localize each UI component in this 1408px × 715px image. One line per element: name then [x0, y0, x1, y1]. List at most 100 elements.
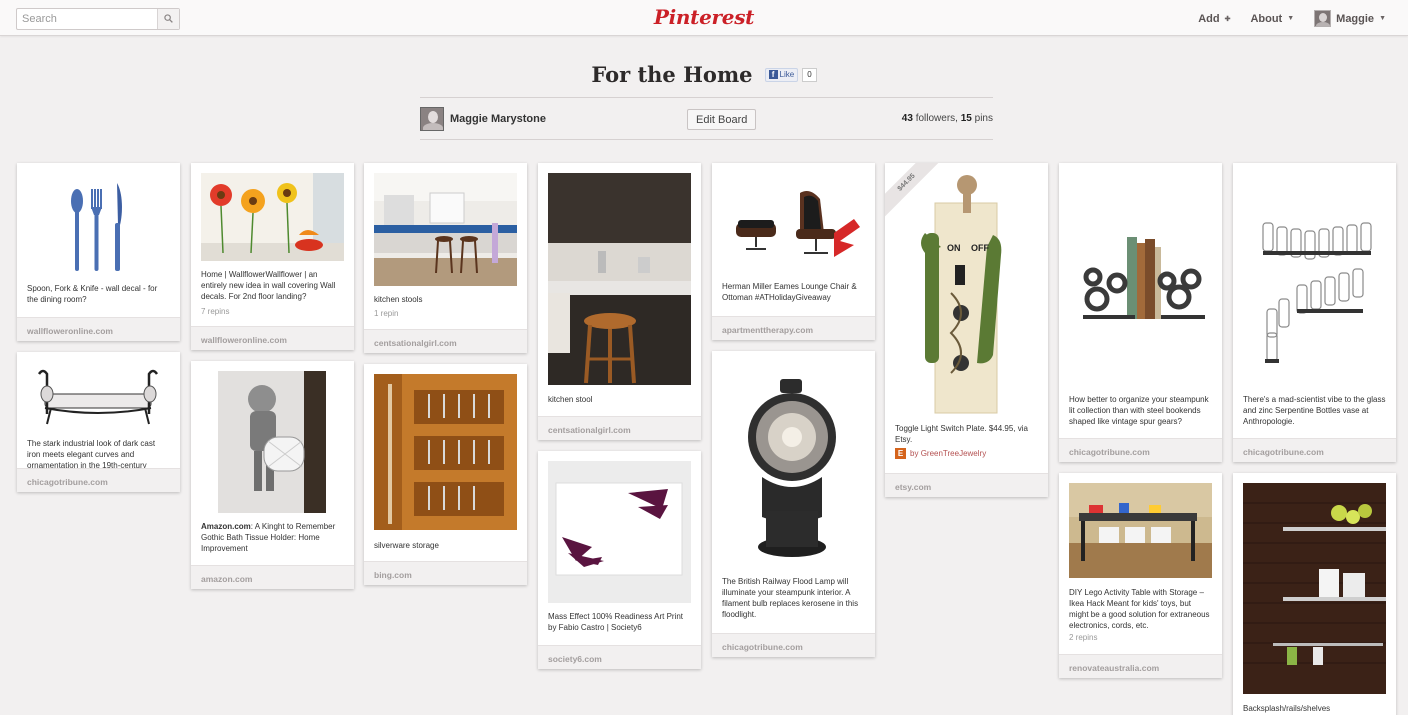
board-stats: 43 followers, 15 pins	[902, 113, 993, 124]
pin-via-name: GreenTreeJewelry	[920, 449, 987, 458]
switch-on-label: ON	[947, 243, 961, 253]
search-input[interactable]	[17, 9, 159, 29]
owner-name: Maggie Marystone	[450, 113, 546, 125]
pin-source[interactable]: bing.com	[364, 561, 527, 585]
pin-image-backsplash[interactable]	[1243, 483, 1386, 694]
facebook-like-button[interactable]: f Like	[764, 67, 799, 82]
owner-avatar	[420, 107, 444, 131]
pin-source[interactable]: wallfloweronline.com	[191, 326, 354, 350]
pin-description: kitchen stool	[548, 395, 593, 404]
pin-image-art-print[interactable]	[548, 461, 691, 603]
pin-card[interactable]: The British Railway Flood Lamp will illu…	[712, 351, 875, 657]
divider	[420, 139, 993, 140]
pin-via[interactable]: E by GreenTreeJewelry	[895, 448, 986, 459]
pins-label: pins	[974, 113, 993, 124]
pin-card[interactable]: silverware storage bing.com	[364, 364, 527, 585]
pin-image-kitchen-stool[interactable]	[548, 173, 691, 385]
followers-label: followers,	[915, 113, 958, 124]
pin-image-eames-chair[interactable]	[722, 173, 865, 277]
pin-source[interactable]: etsy.com	[885, 473, 1048, 497]
user-name: Maggie	[1336, 12, 1375, 25]
etsy-icon: E	[895, 448, 906, 459]
pin-description: There's a mad-scientist vibe to the glas…	[1243, 395, 1386, 426]
pin-card[interactable]: Amazon.com: A Kinght to Remember Gothic …	[191, 361, 354, 589]
pinterest-logo[interactable]: Pinterest	[654, 5, 755, 29]
pin-source[interactable]: centsationalgirl.com	[364, 329, 527, 353]
edit-board-button[interactable]: Edit Board	[687, 109, 757, 130]
user-nav: Add ✚ About ▼ Maggie ▼	[1178, 10, 1386, 27]
facebook-icon: f	[768, 70, 778, 79]
pin-card[interactable]: The stark industrial look of dark cast i…	[17, 352, 180, 492]
pin-repins[interactable]: 7 repins	[201, 307, 229, 316]
pin-source[interactable]: chicagotribune.com	[712, 633, 875, 657]
pin-repins[interactable]: 2 repins	[1069, 633, 1097, 642]
facebook-like: f Like 0	[764, 67, 817, 82]
pin-image-cutlery[interactable]	[27, 173, 170, 278]
pin-image-gear-bookends[interactable]	[1069, 173, 1212, 385]
pin-repins[interactable]: 1 repin	[374, 309, 398, 318]
pin-card[interactable]: How better to organize your steampunk li…	[1059, 163, 1222, 462]
pin-card[interactable]: Herman Miller Eames Lounge Chair & Ottom…	[712, 163, 875, 340]
board-meta: Maggie Marystone Edit Board 43 followers…	[420, 107, 993, 133]
pin-description: Mass Effect 100% Readiness Art Print by …	[548, 612, 684, 632]
pin-source[interactable]: chicagotribune.com	[1059, 438, 1222, 462]
pin-image-flowers[interactable]	[201, 173, 344, 261]
pin-source[interactable]: wallfloweronline.com	[17, 317, 180, 341]
add-menu[interactable]: Add ✚	[1198, 13, 1230, 25]
pin-source[interactable]: society6.com	[538, 645, 701, 669]
followers-count[interactable]: 43	[902, 113, 913, 124]
pin-image-knight[interactable]	[218, 371, 326, 513]
pin-source[interactable]: chicagotribune.com	[1233, 438, 1396, 462]
user-avatar	[1314, 10, 1332, 27]
pin-card[interactable]: Mass Effect 100% Readiness Art Print by …	[538, 451, 701, 669]
pin-description: Toggle Light Switch Plate. $44.95, via E…	[895, 424, 1028, 444]
pin-description: Amazon.com: A Kinght to Remember Gothic …	[201, 521, 344, 554]
pin-source[interactable]: centsationalgirl.com	[538, 416, 701, 440]
pin-description: The British Railway Flood Lamp will illu…	[722, 577, 859, 619]
pin-card[interactable]: Home | WallflowerWallflower | an entirel…	[191, 163, 354, 350]
pin-description: Home | WallflowerWallflower | an entirel…	[201, 270, 336, 301]
like-label: Like	[779, 70, 795, 79]
add-label: Add	[1198, 12, 1220, 25]
pin-card[interactable]: Backsplash/rails/shelves	[1233, 473, 1396, 715]
pin-card[interactable]: kitchen stools 1 repin centsationalgirl.…	[364, 163, 527, 353]
pin-source[interactable]: renovateaustralia.com	[1059, 654, 1222, 678]
pin-description: Herman Miller Eames Lounge Chair & Ottom…	[722, 282, 857, 302]
pin-card[interactable]: There's a mad-scientist vibe to the glas…	[1233, 163, 1396, 462]
pin-card[interactable]: ON OFF $44.95 Toggle Light Switch Plate.…	[885, 163, 1048, 497]
board-header: For the Home f Like 0	[0, 62, 1408, 87]
pin-source[interactable]: amazon.com	[191, 565, 354, 589]
pin-description: Spoon, Fork & Knife - wall decal - for t…	[27, 284, 158, 304]
pin-image-daybed[interactable]	[27, 362, 170, 427]
pin-via-prefix: by	[910, 449, 919, 458]
divider	[420, 97, 993, 98]
pin-image-lego-table[interactable]	[1069, 483, 1212, 578]
pin-image-serpentine-bottles[interactable]	[1243, 173, 1386, 385]
pin-source[interactable]: chicagotribune.com	[17, 468, 180, 492]
chevron-down-icon: ▼	[1379, 15, 1386, 22]
pin-card[interactable]: DIY Lego Activity Table with Storage – I…	[1059, 473, 1222, 678]
search-icon	[164, 10, 173, 28]
pin-card[interactable]: Spoon, Fork & Knife - wall decal - for t…	[17, 163, 180, 341]
pin-description: DIY Lego Activity Table with Storage – I…	[1069, 588, 1210, 630]
board-owner[interactable]: Maggie Marystone	[420, 107, 546, 131]
board-title: For the Home	[591, 62, 753, 87]
pin-description: Backsplash/rails/shelves	[1243, 704, 1331, 713]
user-menu[interactable]: Maggie ▼	[1314, 10, 1386, 27]
pin-description: kitchen stools	[374, 295, 423, 304]
like-count: 0	[802, 67, 817, 82]
about-label: About	[1250, 12, 1283, 25]
search-button[interactable]	[157, 9, 179, 29]
pin-source[interactable]: apartmenttherapy.com	[712, 316, 875, 340]
pin-description: silverware storage	[374, 541, 439, 550]
pin-description: How better to organize your steampunk li…	[1069, 395, 1209, 426]
pin-image-flood-lamp[interactable]	[722, 361, 865, 569]
pin-image-silverware-drawer[interactable]	[374, 374, 517, 530]
pins-count: 15	[960, 113, 972, 124]
pin-description-title: Amazon.com	[201, 522, 251, 531]
chevron-down-icon: ▼	[1287, 15, 1295, 22]
pin-image-kitchen[interactable]	[374, 173, 517, 286]
about-menu[interactable]: About ▼	[1250, 13, 1294, 25]
pin-card[interactable]: kitchen stool centsationalgirl.com	[538, 163, 701, 440]
pin-image-switch-plate[interactable]: ON OFF	[895, 173, 1038, 415]
